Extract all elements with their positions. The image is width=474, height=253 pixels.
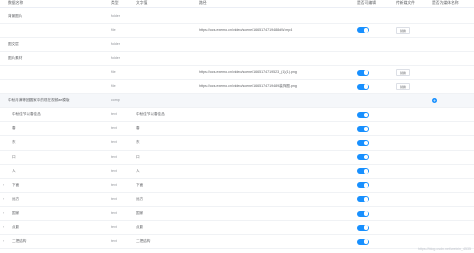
header-upload: 传新媒文件 [396, 1, 415, 5]
table-row[interactable]: 背景图片 folder [0, 9, 474, 24]
cell-type: text [111, 196, 117, 201]
cell-name: 点影 [12, 225, 20, 230]
cell-name: 国家 [12, 210, 20, 215]
cell-path: https://ocs.exemo.cn/video/scene/1665174… [199, 27, 293, 32]
table-row[interactable]: 春 text 春 [0, 122, 474, 137]
header-name: 数据名称 [8, 1, 24, 5]
table-row[interactable]: › 国家 text 国家 [0, 206, 474, 222]
header-type: 类型 [111, 1, 119, 5]
cell-type: comp [111, 98, 120, 103]
header-path: 路径 [199, 1, 207, 5]
cell-type: text [111, 168, 117, 173]
replace-button[interactable]: 替换 [396, 26, 410, 34]
cell-name: 人 [12, 168, 16, 173]
editable-toggle[interactable] [357, 238, 369, 245]
table-row[interactable]: › 远方 text 远方 [0, 192, 474, 207]
cell-name: 东 [12, 140, 16, 145]
table-row[interactable]: 口 text 口 [0, 150, 474, 165]
cell-name: 背景图片 [8, 13, 23, 18]
editable-toggle[interactable] [357, 196, 369, 203]
table-row[interactable]: file https://ocs.exemo.cn/video/scene/166… [0, 23, 474, 38]
editable-toggle[interactable] [357, 182, 369, 189]
expand-arrow-icon[interactable]: › [3, 183, 7, 187]
cell-text-value: 中秋佳节以春佳品 [136, 112, 165, 117]
cell-name: 口 [12, 154, 16, 159]
cell-type: file [111, 27, 116, 32]
header-media-name: 是否为媒体名称 [432, 1, 459, 5]
cell-text-value: 二把结构 [136, 239, 151, 244]
cell-path: https://ocs.exemo.cn/video/scene/1665174… [199, 84, 297, 89]
watermark: https://blog.csdn.net/weixin_4535 [417, 247, 471, 251]
expand-arrow-icon[interactable]: › [3, 211, 7, 215]
table-row[interactable]: file https://ocs.exemo.cn/video/scene/166… [0, 65, 474, 81]
cell-type: text [111, 225, 117, 230]
cell-type: text [111, 154, 117, 159]
expand-arrow-icon[interactable]: › [3, 225, 7, 229]
cell-text-value: 口 [136, 154, 140, 159]
cell-type: file [111, 84, 116, 89]
editable-toggle[interactable] [357, 224, 369, 231]
table-row[interactable]: ›语人text语 [0, 249, 474, 253]
cell-type: folder [111, 13, 120, 18]
cell-type: file [111, 69, 116, 74]
cell-type: text [111, 210, 117, 215]
replace-button[interactable]: 替换 [396, 69, 410, 77]
expand-arrow-icon[interactable]: › [3, 239, 7, 243]
table-row[interactable]: file https://ocs.exemo.cn/video/scene/166… [0, 80, 474, 95]
editable-toggle[interactable] [357, 168, 369, 175]
table-row[interactable]: 图片素材 folder [0, 51, 474, 66]
editable-toggle[interactable] [357, 140, 369, 147]
table-row[interactable]: 图文层 folder [0, 37, 474, 52]
cell-type: text [111, 140, 117, 145]
editable-toggle[interactable] [357, 125, 369, 132]
cell-name: 远方 [12, 196, 20, 201]
editable-toggle[interactable] [357, 83, 369, 90]
cell-type: text [111, 126, 117, 131]
cell-text-value: 国家 [136, 210, 144, 215]
table-header: 数据名称 类型 文字值 路径 是否可编辑 传新媒文件 是否为媒体名称 [0, 0, 474, 8]
table-row[interactable]: › 下面 text 下面 [0, 178, 474, 193]
cell-name: 下面 [12, 182, 20, 187]
cell-name: 二把结构 [12, 239, 27, 244]
header-editable: 是否可编辑 [357, 1, 376, 5]
header-text: 文字值 [136, 1, 148, 5]
table-row[interactable]: › 二把结构 text 二把结构 [0, 235, 474, 250]
table-row[interactable]: 东 text 东 [0, 136, 474, 151]
cell-name: 春 [12, 126, 16, 131]
cell-name: 图片素材 [8, 55, 23, 60]
cell-text-value: 春 [136, 126, 140, 131]
editable-toggle[interactable] [357, 111, 369, 118]
editable-toggle[interactable] [357, 27, 369, 34]
cell-text-value: 人 [136, 168, 140, 173]
table-row[interactable]: 中秋佳节以春佳品 text 中秋佳节以春佳品 [0, 108, 474, 123]
cell-type: folder [111, 41, 120, 46]
replace-button[interactable]: 替换 [396, 83, 410, 91]
cell-text-value: 东 [136, 140, 140, 145]
editable-toggle[interactable] [357, 210, 369, 217]
cell-path: https://ocs.exemo.cn/video/scene/1665174… [199, 69, 297, 74]
cell-type: folder [111, 55, 120, 60]
table-row[interactable]: 中秋月满等团圆家中的现在视频ae模版 comp + [0, 93, 474, 109]
table-row[interactable]: 人 text 人 [0, 164, 474, 179]
cell-name: 中秋佳节以春佳品 [12, 112, 41, 117]
cell-name: 中秋月满等团圆家中的现在视频ae模版 [8, 98, 70, 103]
cell-type: text [111, 182, 117, 187]
cell-name: 图文层 [8, 41, 19, 46]
add-icon[interactable]: + [432, 97, 437, 103]
cell-text-value: 点影 [136, 225, 144, 230]
cell-type: text [111, 239, 117, 244]
cell-text-value: 下面 [136, 182, 144, 187]
expand-arrow-icon[interactable]: › [3, 197, 7, 201]
editable-toggle[interactable] [357, 154, 369, 161]
editable-toggle[interactable] [357, 69, 369, 76]
cell-text-value: 远方 [136, 196, 144, 201]
table-row[interactable]: › 点影 text 点影 [0, 221, 474, 236]
cell-type: text [111, 112, 117, 117]
